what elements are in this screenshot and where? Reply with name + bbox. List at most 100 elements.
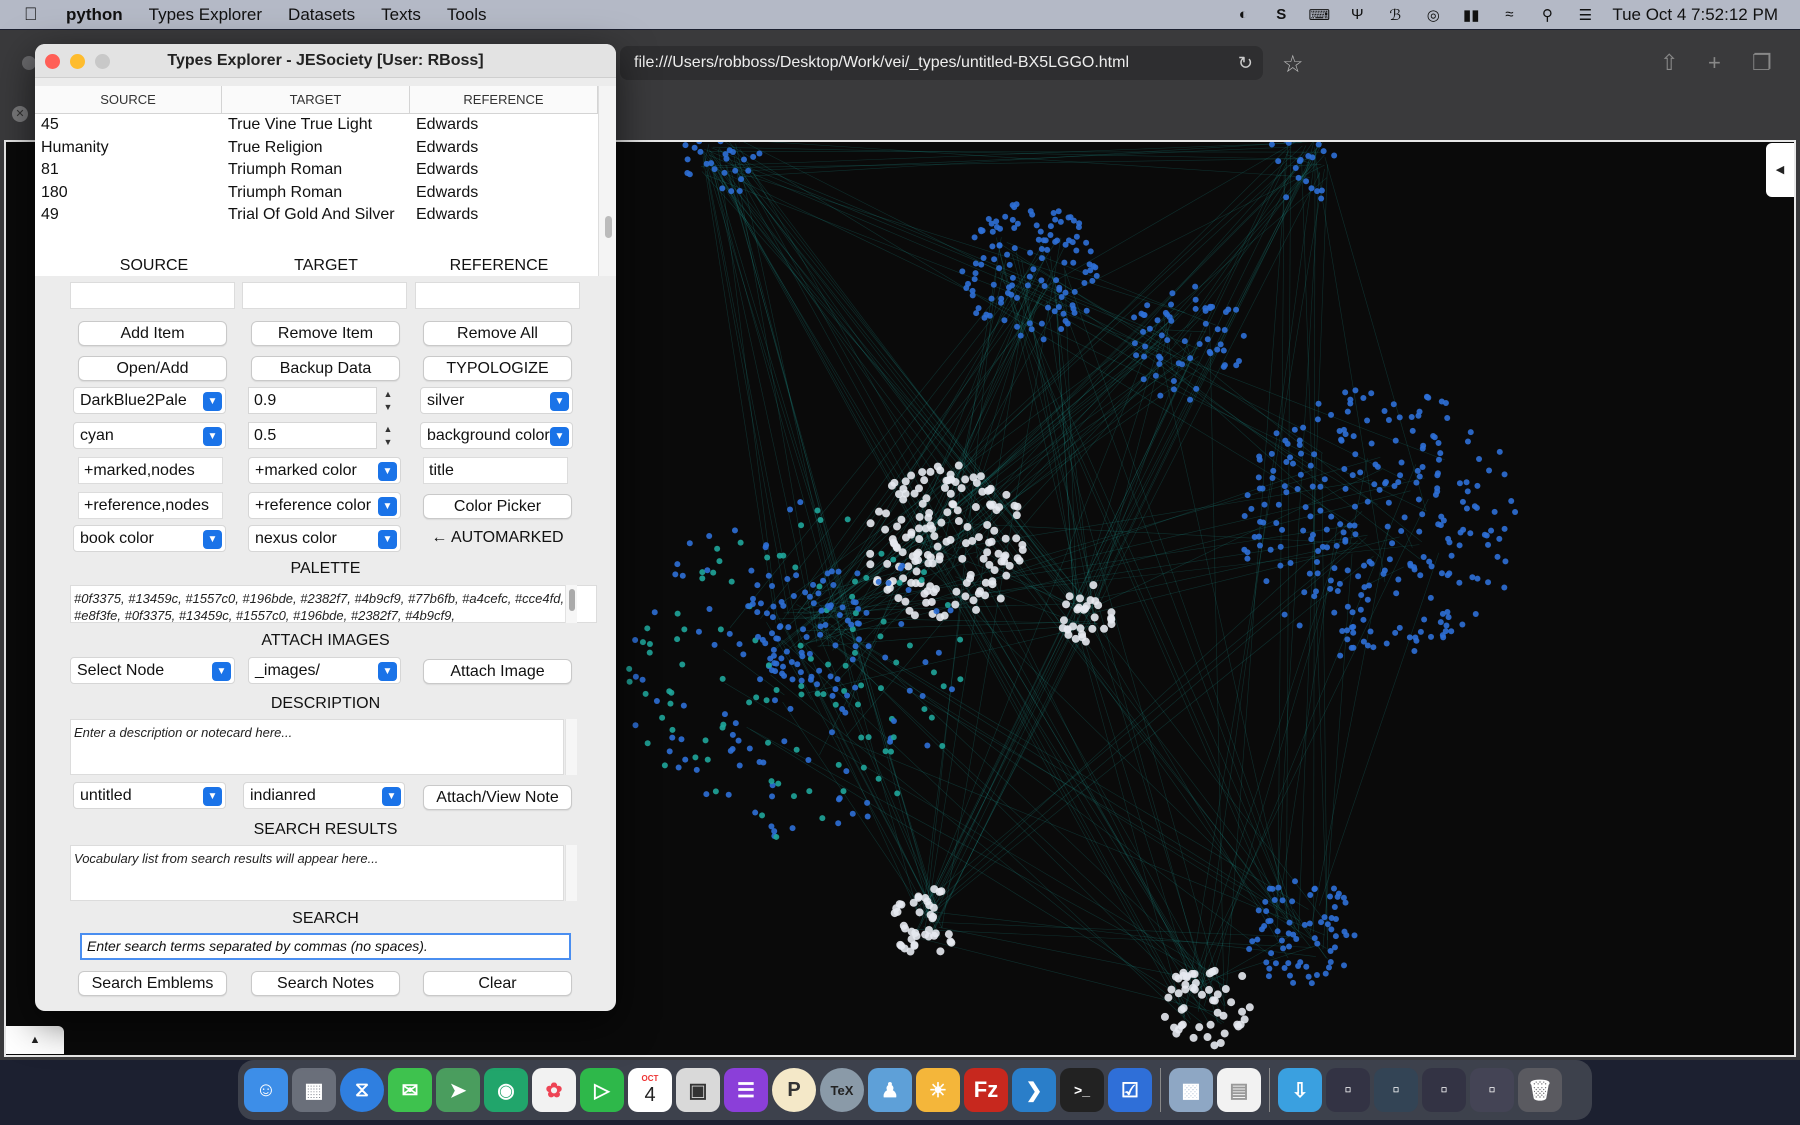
graph-node[interactable] (790, 593, 797, 600)
graph-node[interactable] (828, 729, 835, 736)
graph-node[interactable] (1306, 570, 1313, 577)
graph-node[interactable] (692, 754, 699, 761)
graph-node[interactable] (1318, 195, 1325, 202)
graph-node[interactable] (924, 742, 931, 749)
graph-node[interactable] (877, 685, 884, 692)
graph-node[interactable] (1448, 552, 1455, 559)
palette-scrollbar[interactable] (565, 585, 577, 623)
graph-node[interactable] (798, 677, 805, 684)
graph-node[interactable] (1241, 513, 1248, 520)
graph-node[interactable] (1296, 158, 1303, 165)
reload-icon[interactable]: ↻ (1238, 46, 1253, 80)
tab-overview-icon[interactable]: ❐ (1752, 50, 1772, 76)
graph-node[interactable] (1315, 548, 1322, 555)
graph-node[interactable] (1273, 430, 1280, 437)
note-name-select[interactable]: untitled ▼ (73, 782, 226, 809)
graph-node[interactable] (1281, 964, 1288, 971)
graph-node[interactable] (1193, 385, 1200, 392)
graph-node[interactable] (1281, 611, 1288, 618)
filezilla-icon[interactable]: Fz (964, 1068, 1008, 1112)
graph-node[interactable] (1262, 898, 1269, 905)
graph-node[interactable] (1221, 985, 1230, 994)
graph-node[interactable] (1347, 400, 1354, 407)
graph-node[interactable] (802, 589, 809, 596)
graph-node[interactable] (1246, 945, 1253, 952)
clock[interactable]: Tue Oct 4 7:52:12 PM (1612, 5, 1778, 25)
color-select[interactable]: cyan ▼ (73, 422, 226, 449)
graph-node[interactable] (740, 651, 747, 658)
graph-node[interactable] (1351, 503, 1358, 510)
graph-node[interactable] (644, 740, 651, 747)
graph-node[interactable] (971, 276, 978, 283)
graph-node[interactable] (1164, 993, 1173, 1002)
graph-node[interactable] (1170, 386, 1177, 393)
graph-node[interactable] (875, 578, 882, 585)
graph-node[interactable] (783, 648, 790, 655)
graph-node[interactable] (892, 904, 901, 913)
graph-node[interactable] (972, 270, 979, 277)
graph-node[interactable] (1351, 932, 1358, 939)
graph-node[interactable] (767, 655, 774, 662)
graph-node[interactable] (929, 588, 938, 597)
graph-node[interactable] (1485, 579, 1492, 586)
graph-node[interactable] (990, 281, 997, 288)
graph-node[interactable] (779, 670, 786, 677)
graph-node[interactable] (1157, 392, 1164, 399)
graph-node[interactable] (1348, 644, 1355, 651)
graph-node[interactable] (1342, 485, 1349, 492)
graph-node[interactable] (1273, 520, 1280, 527)
graph-node[interactable] (653, 698, 660, 705)
graph-node[interactable] (1361, 584, 1368, 591)
graph-node[interactable] (763, 697, 770, 704)
graph-node[interactable] (672, 571, 679, 578)
graph-node[interactable] (1385, 416, 1392, 423)
graph-node[interactable] (1320, 148, 1327, 155)
graph-node[interactable] (1011, 224, 1018, 231)
graph-node[interactable] (906, 642, 913, 649)
p-app-icon[interactable]: P (772, 1068, 816, 1112)
graph-node[interactable] (746, 745, 753, 752)
graph-node[interactable] (1344, 567, 1351, 574)
graph-node[interactable] (1420, 553, 1427, 560)
graph-node[interactable] (878, 550, 885, 557)
graph-node[interactable] (1481, 531, 1488, 538)
graph-node[interactable] (714, 545, 721, 552)
graph-node[interactable] (901, 597, 910, 606)
graph-node[interactable] (921, 894, 930, 903)
graph-node[interactable] (1177, 1005, 1186, 1014)
graph-node[interactable] (1268, 450, 1275, 457)
graph-node[interactable] (1282, 437, 1289, 444)
graph-node[interactable] (1175, 360, 1182, 367)
graph-node[interactable] (729, 731, 736, 738)
graph-node[interactable] (1350, 433, 1357, 440)
graph-node[interactable] (971, 234, 978, 241)
graph-node[interactable] (1269, 474, 1276, 481)
graph-node[interactable] (1328, 513, 1335, 520)
graph-node[interactable] (1083, 307, 1090, 314)
graph-node[interactable] (1009, 216, 1016, 223)
graph-node[interactable] (922, 659, 929, 666)
graph-node[interactable] (1257, 518, 1264, 525)
graph-node[interactable] (717, 626, 724, 633)
graph-node[interactable] (738, 176, 745, 183)
graph-node[interactable] (1071, 309, 1078, 316)
graph-node[interactable] (1158, 332, 1165, 339)
graph-node[interactable] (912, 567, 921, 576)
graph-node[interactable] (644, 625, 651, 632)
graph-node[interactable] (1459, 498, 1466, 505)
graph-node[interactable] (963, 522, 972, 531)
new-tab-icon[interactable]: + (1708, 50, 1721, 76)
graph-node[interactable] (1501, 584, 1508, 591)
graph-node[interactable] (1220, 1029, 1229, 1038)
graph-node[interactable] (1360, 616, 1367, 623)
bookmark-star-icon[interactable]: ☆ (1282, 50, 1304, 79)
graph-node[interactable] (1140, 376, 1147, 383)
graph-node[interactable] (1302, 504, 1309, 511)
graph-node[interactable] (1419, 463, 1426, 470)
graph-node[interactable] (1309, 531, 1316, 538)
graph-node[interactable] (818, 607, 825, 614)
graph-node[interactable] (1076, 624, 1085, 633)
search-emblems-button[interactable]: Search Emblems (78, 971, 227, 996)
graph-node[interactable] (1474, 575, 1481, 582)
graph-node[interactable] (844, 692, 851, 699)
